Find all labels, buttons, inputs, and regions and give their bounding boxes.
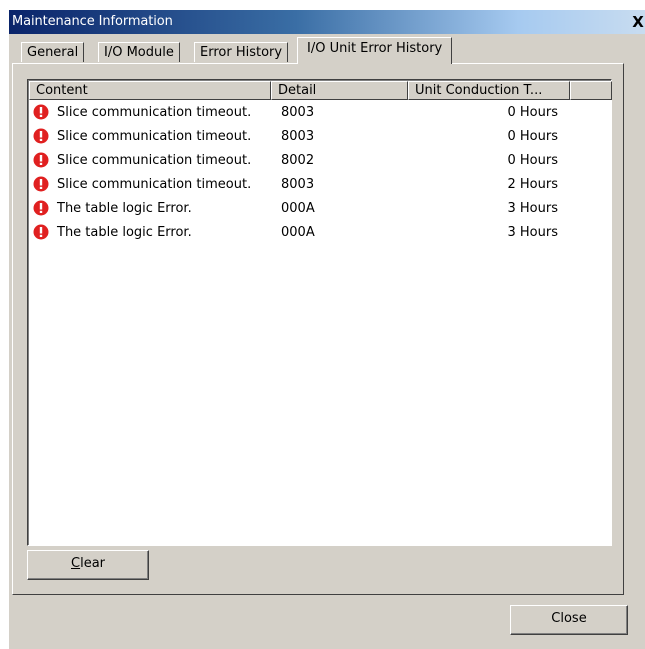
row-detail: 8003 bbox=[281, 177, 315, 192]
column-header-filler bbox=[570, 81, 612, 100]
row-detail: 8003 bbox=[281, 105, 315, 120]
table-row[interactable]: Slice communication timeout. 8003 2 Hour… bbox=[29, 173, 612, 197]
error-icon bbox=[33, 224, 49, 240]
row-content: Slice communication timeout. bbox=[57, 177, 252, 192]
row-content: Slice communication timeout. bbox=[57, 129, 252, 144]
tab-general[interactable]: General bbox=[21, 42, 85, 62]
list-header: Content Detail Unit Conduction T... bbox=[29, 81, 612, 100]
table-row[interactable]: The table logic Error. 000A 3 Hours bbox=[29, 197, 612, 221]
clear-button[interactable]: Clear bbox=[27, 550, 149, 580]
row-time: 3 Hours bbox=[507, 201, 559, 216]
table-row[interactable]: Slice communication timeout. 8002 0 Hour… bbox=[29, 149, 612, 173]
clear-button-label: lear bbox=[80, 556, 105, 571]
error-icon bbox=[33, 176, 49, 192]
clear-button-mnemonic: C bbox=[71, 556, 81, 571]
row-detail: 000A bbox=[281, 201, 315, 216]
error-icon bbox=[33, 200, 49, 216]
close-icon[interactable]: X bbox=[630, 13, 645, 31]
row-time: 0 Hours bbox=[507, 129, 559, 144]
error-icon bbox=[33, 152, 49, 168]
close-button[interactable]: Close bbox=[510, 605, 628, 635]
row-time: 0 Hours bbox=[507, 105, 559, 120]
column-header-unit-conduction-time[interactable]: Unit Conduction T... bbox=[408, 81, 570, 100]
table-row[interactable]: The table logic Error. 000A 3 Hours bbox=[29, 221, 612, 245]
row-time: 0 Hours bbox=[507, 153, 559, 168]
column-header-detail[interactable]: Detail bbox=[271, 81, 408, 100]
row-content: Slice communication timeout. bbox=[57, 105, 252, 120]
table-row[interactable]: Slice communication timeout. 8003 0 Hour… bbox=[29, 101, 612, 125]
tab-io-unit-error-history[interactable]: I/O Unit Error History bbox=[297, 37, 453, 64]
column-header-content[interactable]: Content bbox=[29, 81, 271, 100]
row-content: Slice communication timeout. bbox=[57, 153, 252, 168]
title-bar[interactable]: Maintenance Information X bbox=[9, 10, 645, 34]
row-content: The table logic Error. bbox=[57, 225, 192, 240]
table-row[interactable]: Slice communication timeout. 8003 0 Hour… bbox=[29, 125, 612, 149]
row-detail: 8002 bbox=[281, 153, 315, 168]
error-icon bbox=[33, 128, 49, 144]
tab-error-history[interactable]: Error History bbox=[194, 42, 289, 62]
error-list[interactable]: Content Detail Unit Conduction T... Slic… bbox=[27, 79, 612, 546]
row-time: 3 Hours bbox=[507, 225, 559, 240]
window-title: Maintenance Information bbox=[12, 14, 173, 29]
error-icon bbox=[33, 104, 49, 120]
tab-io-module[interactable]: I/O Module bbox=[98, 42, 180, 62]
row-content: The table logic Error. bbox=[57, 201, 192, 216]
list-rows: Slice communication timeout. 8003 0 Hour… bbox=[29, 101, 612, 245]
row-detail: 000A bbox=[281, 225, 315, 240]
row-time: 2 Hours bbox=[507, 177, 559, 192]
row-detail: 8003 bbox=[281, 129, 315, 144]
